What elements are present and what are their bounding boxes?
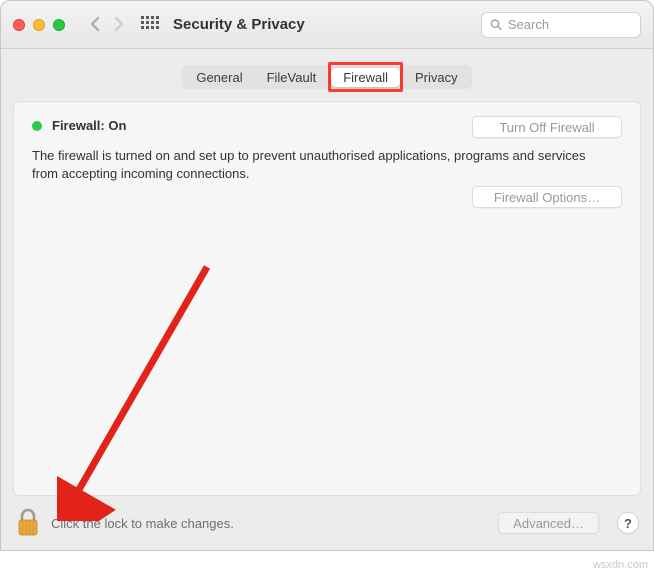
titlebar: Security & Privacy xyxy=(1,1,653,49)
back-button[interactable] xyxy=(83,14,107,36)
window-controls xyxy=(13,19,65,31)
firewall-description: The firewall is turned on and set up to … xyxy=(32,147,592,182)
advanced-button[interactable]: Advanced… xyxy=(498,512,599,534)
status-indicator-icon xyxy=(32,121,42,131)
prefs-window: Security & Privacy General FileVault Fir… xyxy=(0,0,654,551)
footer: Click the lock to make changes. Advanced… xyxy=(1,496,653,550)
search-input[interactable] xyxy=(502,17,632,32)
minimize-window-button[interactable] xyxy=(33,19,45,31)
chevron-right-icon xyxy=(113,16,125,32)
page-title: Security & Privacy xyxy=(173,16,305,33)
tab-filevault[interactable]: FileVault xyxy=(255,67,329,87)
lock-button[interactable] xyxy=(15,508,41,538)
search-icon xyxy=(490,18,502,31)
content-area: General FileVault Firewall Privacy Firew… xyxy=(1,49,653,496)
chevron-left-icon xyxy=(89,16,101,32)
watermark: wsxdn.com xyxy=(593,559,648,571)
lock-icon xyxy=(15,508,41,538)
close-window-button[interactable] xyxy=(13,19,25,31)
tab-firewall[interactable]: Firewall xyxy=(331,68,400,87)
lock-hint-text: Click the lock to make changes. xyxy=(51,516,234,531)
tab-bar: General FileVault Firewall Privacy xyxy=(13,65,641,89)
firewall-panel: Firewall: On Turn Off Firewall The firew… xyxy=(13,101,641,496)
tab-general[interactable]: General xyxy=(184,67,254,87)
tab-privacy[interactable]: Privacy xyxy=(403,67,470,87)
show-all-button[interactable] xyxy=(141,16,159,34)
tab-highlight: Firewall xyxy=(328,62,403,92)
firewall-status-label: Firewall: On xyxy=(52,118,126,133)
turn-off-firewall-button[interactable]: Turn Off Firewall xyxy=(472,116,622,138)
grid-icon xyxy=(141,16,159,34)
help-button[interactable]: ? xyxy=(617,512,639,534)
forward-button[interactable] xyxy=(107,14,131,36)
zoom-window-button[interactable] xyxy=(53,19,65,31)
firewall-options-button[interactable]: Firewall Options… xyxy=(472,186,622,208)
search-field[interactable] xyxy=(481,12,641,38)
